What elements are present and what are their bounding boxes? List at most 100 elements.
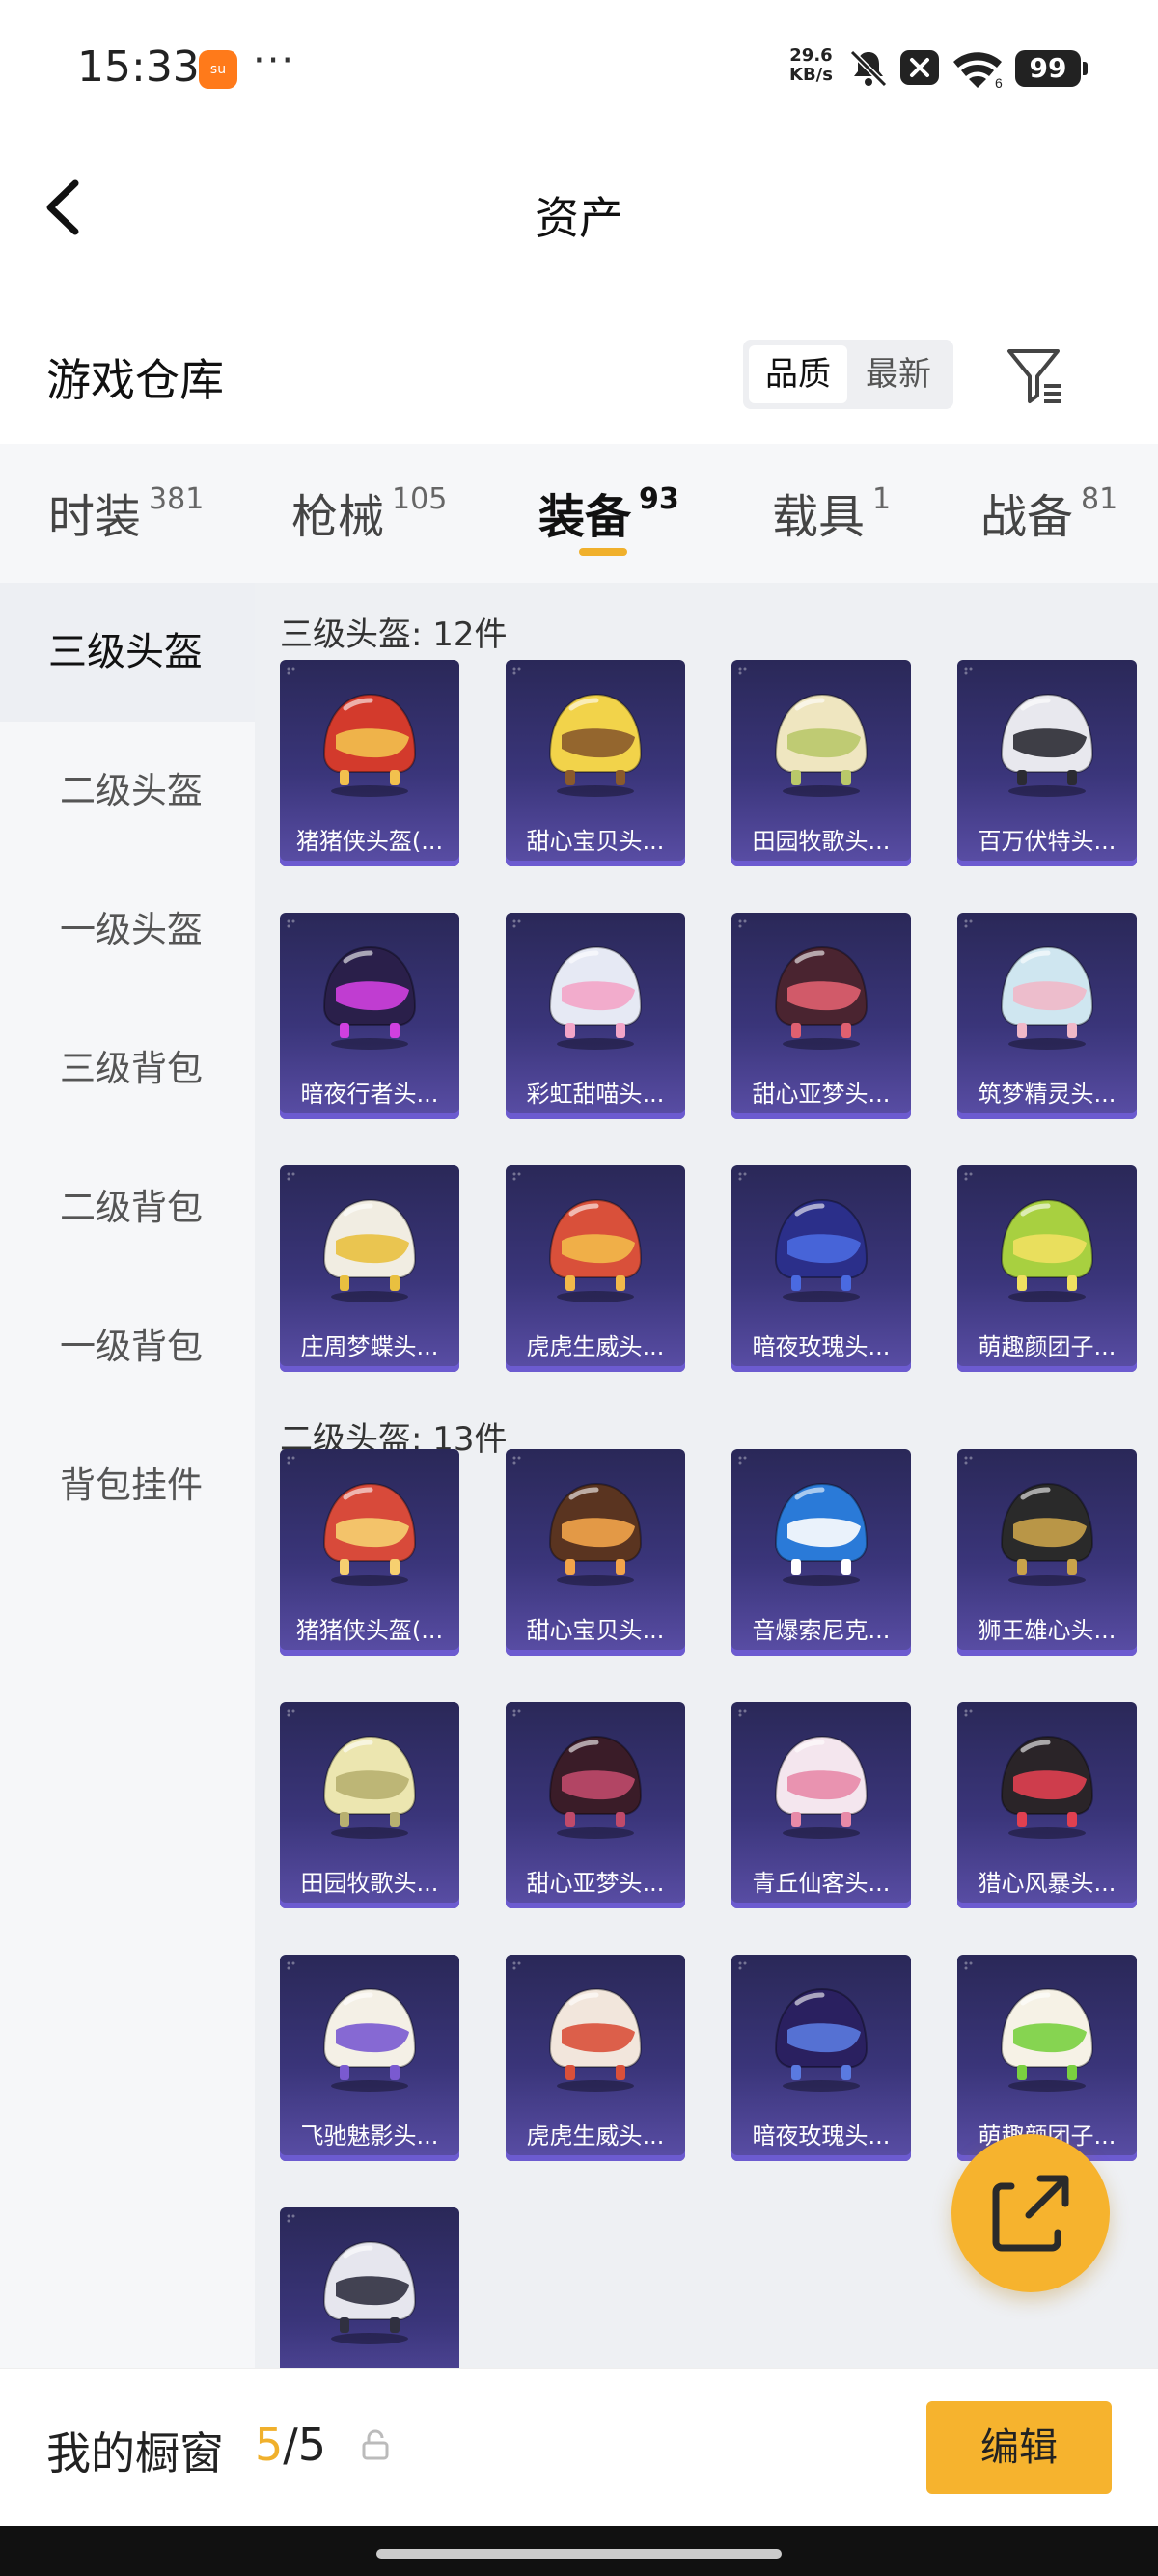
item-card[interactable]: 田园牧歌头... (731, 660, 911, 866)
helmet-icon (774, 1735, 868, 1839)
wifi-band: 6 (995, 75, 1003, 89)
item-card[interactable]: 萌趣颜团子... (957, 1955, 1137, 2161)
active-tab-indicator (579, 548, 627, 556)
helmet-icon (322, 1987, 417, 2092)
item-name: 青丘仙客头... (752, 1870, 891, 1897)
sidebar-item-level1-backpack[interactable]: 一级背包 (0, 1277, 255, 1416)
status-bar: 15:33 su ··· 29.6 KB/s 6 99 (0, 0, 1158, 135)
sort-newest-button[interactable]: 最新 (849, 345, 948, 403)
item-name: 甜心亚梦头... (526, 1870, 665, 1897)
grid-pattern-icon (512, 667, 521, 675)
showcase-label: 我的橱窗 (46, 2427, 224, 2480)
helmet-icon (548, 1987, 643, 2092)
item-card[interactable]: 甜心宝贝头... (506, 660, 685, 866)
tab-label: 时装 (48, 490, 142, 544)
item-card[interactable]: 萌趣颜团子... (957, 1165, 1137, 1372)
share-button[interactable] (951, 2134, 1110, 2292)
item-card[interactable]: 甜心亚梦头... (731, 913, 911, 1119)
item-card[interactable] (280, 2207, 459, 2368)
item-card[interactable]: 筑梦精灵头... (957, 913, 1137, 1119)
item-name: 猎心风暴头... (978, 1870, 1117, 1897)
sidebar-item-level3-helmet[interactable]: 三级头盔 (0, 583, 255, 722)
item-card[interactable]: 田园牧歌头... (280, 1702, 459, 1908)
helmet-icon (774, 1482, 868, 1586)
sidebar-item-level2-backpack[interactable]: 二级背包 (0, 1138, 255, 1277)
helmet-icon (548, 693, 643, 797)
sidebar: 三级头盔 二级头盔 一级头盔 三级背包 二级背包 一级背包 背包挂件 (0, 583, 255, 2368)
item-card[interactable]: 青丘仙客头... (731, 1702, 911, 1908)
item-name: 甜心宝贝头... (526, 828, 665, 855)
showcase-count: 5/5 (255, 2419, 326, 2471)
helmet-icon (774, 693, 868, 797)
item-card[interactable]: 百万伏特头... (957, 660, 1137, 866)
sort-quality-button[interactable]: 品质 (749, 345, 847, 403)
tab-fashion[interactable]: 时装 381 (48, 479, 204, 546)
sidebar-item-level2-helmet[interactable]: 二级头盔 (0, 722, 255, 861)
helmet-icon (774, 1987, 868, 2092)
item-card[interactable]: 猪猪侠头盔(... (280, 1449, 459, 1656)
item-name: 虎虎生威头... (526, 2123, 665, 2150)
item-card[interactable]: 暗夜行者头... (280, 913, 459, 1119)
item-card[interactable]: 虎虎生威头... (506, 1165, 685, 1372)
showcase-bar: 我的橱窗 5/5 编辑 (0, 2368, 1158, 2526)
status-time: 15:33 (77, 42, 200, 92)
grid-pattern-icon (964, 1456, 973, 1465)
item-card[interactable]: 甜心亚梦头... (506, 1702, 685, 1908)
item-card[interactable]: 庄周梦蝶头... (280, 1165, 459, 1372)
item-name: 筑梦精灵头... (978, 1081, 1117, 1108)
item-card[interactable]: 猎心风暴头... (957, 1702, 1137, 1908)
tab-combat-gear[interactable]: 战备 81 (980, 479, 1117, 546)
item-name: 田园牧歌头... (300, 1870, 439, 1897)
item-name: 甜心宝贝头... (526, 1617, 665, 1644)
home-indicator[interactable] (376, 2549, 782, 2559)
grid-pattern-icon (512, 1172, 521, 1181)
tab-equipment[interactable]: 装备 93 (538, 479, 679, 546)
item-card[interactable]: 虎虎生威头... (506, 1955, 685, 2161)
sidebar-item-backpack-charm[interactable]: 背包挂件 (0, 1416, 255, 1555)
sidebar-item-level1-helmet[interactable]: 一级头盔 (0, 861, 255, 1000)
network-speed-unit: KB/s (789, 65, 833, 85)
tab-vehicles[interactable]: 载具 1 (772, 479, 891, 546)
tab-count: 381 (149, 482, 205, 516)
mute-icon (849, 49, 888, 88)
grid-pattern-icon (738, 1709, 747, 1717)
item-name: 飞驰魅影头... (300, 2123, 439, 2150)
helmet-icon (1000, 945, 1094, 1050)
page-title: 资产 (535, 192, 623, 244)
group-title: 三级头盔: 12件 (280, 616, 508, 654)
edit-button[interactable]: 编辑 (926, 2401, 1112, 2494)
item-name: 虎虎生威头... (526, 1333, 665, 1360)
item-card[interactable]: 音爆索尼克... (731, 1449, 911, 1656)
grid-pattern-icon (287, 1456, 295, 1465)
item-grid-area: 三级头盔: 12件 猪猪侠头盔(... 甜心宝贝头... 田园牧歌头... 百万伏特头… (255, 583, 1158, 2368)
helmet-icon (548, 1482, 643, 1586)
grid-pattern-icon (964, 919, 973, 928)
grid-pattern-icon (964, 1172, 973, 1181)
showcase-current: 5 (255, 2419, 284, 2471)
item-card[interactable]: 猪猪侠头盔(... (280, 660, 459, 866)
helmet-icon (774, 945, 868, 1050)
item-name: 暗夜行者头... (300, 1081, 439, 1108)
item-card[interactable]: 暗夜玫瑰头... (731, 1955, 911, 2161)
filter-icon[interactable] (1004, 343, 1067, 407)
tab-label: 载具 (772, 490, 866, 544)
item-card[interactable]: 狮王雄心头... (957, 1449, 1137, 1656)
grid-pattern-icon (287, 667, 295, 675)
helmet-icon (548, 1198, 643, 1302)
system-gesture-bar (0, 2526, 1158, 2576)
item-name: 暗夜玫瑰头... (752, 2123, 891, 2150)
sim-disabled-icon (900, 50, 939, 85)
sidebar-item-level3-backpack[interactable]: 三级背包 (0, 1000, 255, 1138)
item-name: 狮王雄心头... (978, 1617, 1117, 1644)
tab-guns[interactable]: 枪械 105 (291, 479, 447, 546)
wifi-icon: 6 (953, 52, 1003, 89)
item-card[interactable]: 彩虹甜喵头... (506, 913, 685, 1119)
item-name: 百万伏特头... (978, 828, 1117, 855)
item-name: 彩虹甜喵头... (526, 1081, 665, 1108)
item-card[interactable]: 暗夜玫瑰头... (731, 1165, 911, 1372)
grid-pattern-icon (738, 667, 747, 675)
battery-indicator: 99 (1015, 50, 1088, 87)
helmet-icon (322, 2240, 417, 2344)
item-card[interactable]: 甜心宝贝头... (506, 1449, 685, 1656)
item-card[interactable]: 飞驰魅影头... (280, 1955, 459, 2161)
